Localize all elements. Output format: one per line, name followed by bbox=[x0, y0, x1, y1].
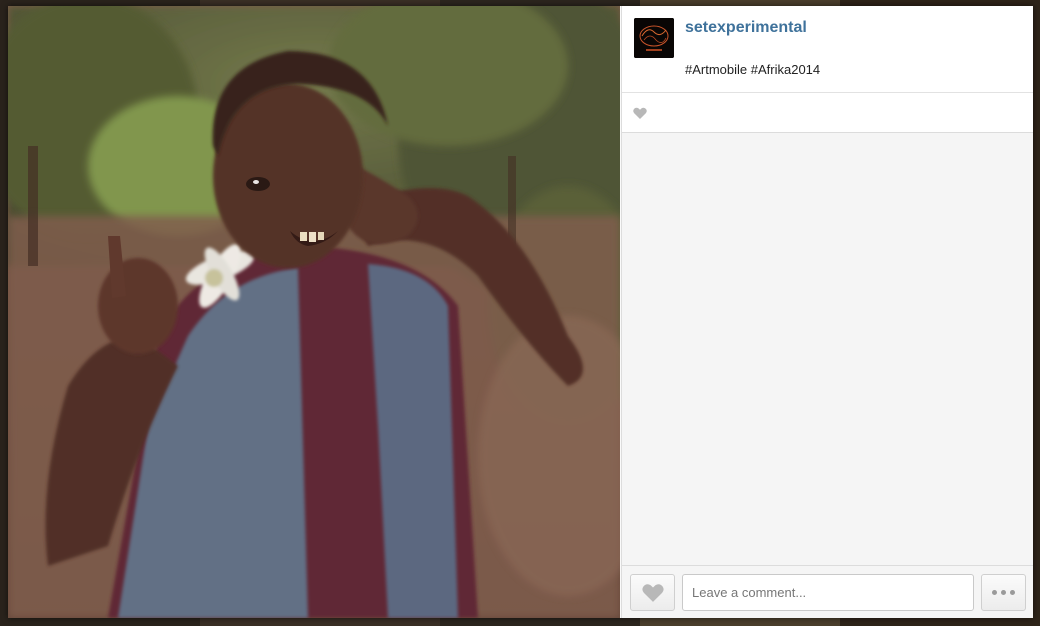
ellipsis-icon bbox=[1001, 590, 1006, 595]
ellipsis-icon bbox=[992, 590, 997, 595]
username-link[interactable]: setexperimental bbox=[685, 19, 807, 37]
post-header: setexperimental #Artmobile #Afrika2014 bbox=[622, 6, 1033, 93]
post-caption: #Artmobile #Afrika2014 bbox=[685, 62, 821, 77]
post-photo[interactable] bbox=[8, 6, 620, 618]
setexperimental-logo bbox=[634, 18, 674, 58]
post-modal: setexperimental #Artmobile #Afrika2014 bbox=[8, 6, 1033, 618]
avatar[interactable] bbox=[634, 18, 674, 58]
heart-icon bbox=[633, 107, 647, 119]
heart-icon bbox=[641, 584, 664, 602]
like-button[interactable] bbox=[630, 574, 675, 611]
ellipsis-icon bbox=[1010, 590, 1015, 595]
photo-of-child-holding-flower bbox=[8, 6, 620, 618]
comment-input[interactable] bbox=[682, 574, 974, 611]
more-options-button[interactable] bbox=[981, 574, 1026, 611]
post-details-panel: setexperimental #Artmobile #Afrika2014 bbox=[621, 6, 1033, 618]
likes-row bbox=[622, 93, 1033, 133]
comment-bar bbox=[622, 565, 1033, 618]
